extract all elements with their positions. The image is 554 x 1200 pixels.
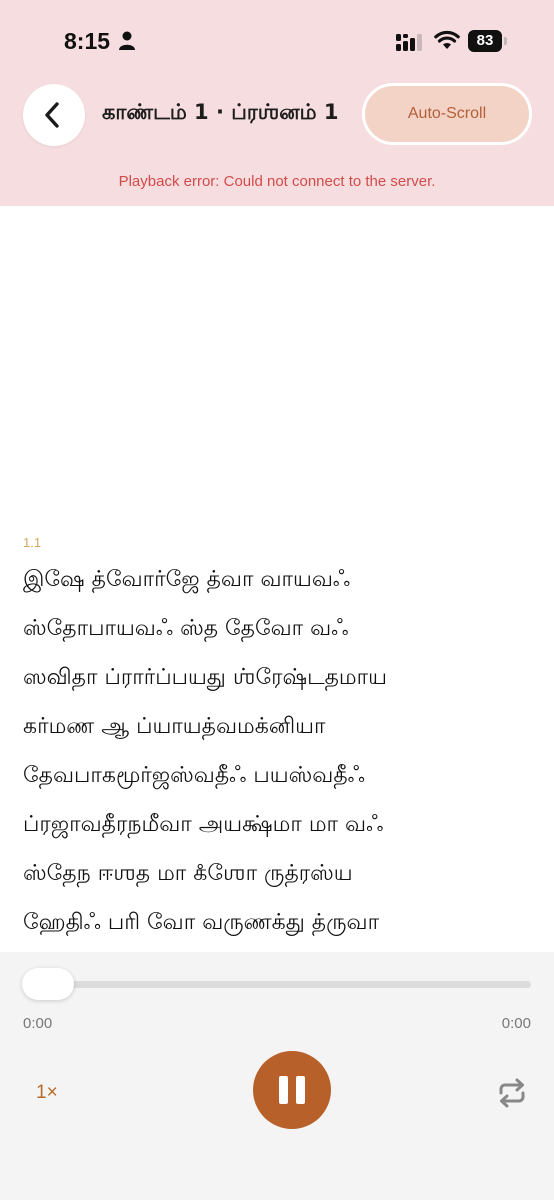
progress-slider-track[interactable] bbox=[23, 981, 531, 988]
header: 8:15 83 காண்டம் 1 · ப்ரஶ்னம் 1 Auto-Scro… bbox=[0, 0, 554, 206]
verse-line: கர்மண ஆ ப்யாயத்வமக்னியா bbox=[23, 714, 326, 739]
status-bar: 8:15 83 bbox=[0, 0, 554, 84]
auto-scroll-button[interactable]: Auto-Scroll bbox=[362, 83, 532, 145]
back-button[interactable] bbox=[23, 84, 85, 146]
playback-error-message: Playback error: Could not connect to the… bbox=[118, 173, 436, 190]
verse-line: ஸ்தோபாயவஃ ஸ்த தேவோ வஃ bbox=[23, 616, 349, 641]
repeat-icon[interactable] bbox=[494, 1076, 530, 1110]
verse-text: இஷே த்வோர்ஜே த்வா வாயவஃ ஸ்தோபாயவஃ ஸ்த தே… bbox=[23, 558, 543, 950]
battery-cap bbox=[504, 37, 507, 45]
screen: 8:15 83 காண்டம் 1 · ப்ரஶ்னம் 1 Auto-Scro… bbox=[0, 0, 554, 1200]
status-time: 8:15 bbox=[64, 28, 111, 54]
progress-slider-thumb[interactable] bbox=[22, 968, 74, 1000]
pause-button[interactable] bbox=[253, 1051, 331, 1129]
verse-line: ஸ்தேந ஈஶத மா கஂஶோ ருத்ரஸ்ய bbox=[23, 861, 353, 886]
battery-icon: 83 bbox=[468, 30, 508, 52]
person-icon bbox=[119, 31, 135, 50]
chevron-left-icon bbox=[45, 102, 59, 128]
verse-line: ப்ரஜாவதீரநமீவா அயக்ஷ்மா மா வஃ bbox=[23, 812, 384, 837]
verse-number: 1.1 bbox=[23, 535, 42, 550]
verse-content[interactable]: 1.1 இஷே த்வோர்ஜே த்வா வாயவஃ ஸ்தோபாயவஃ ஸ்… bbox=[0, 206, 554, 952]
verse-line: இஷே த்வோர்ஜே த்வா வாயவஃ bbox=[23, 567, 351, 592]
duration: 0:00 bbox=[501, 1015, 531, 1032]
audio-player: 0:00 0:00 1× bbox=[0, 952, 554, 1200]
verse-line: ஸவிதா ப்ரார்ப்பயது ஶ்ரேஷ்டதமாய bbox=[23, 665, 387, 690]
playback-speed-button[interactable]: 1× bbox=[36, 1078, 76, 1108]
wifi-icon bbox=[434, 30, 460, 49]
verse-line: தேவபாகமூர்ஜஸ்வதீஃ பயஸ்வதீஃ bbox=[23, 763, 365, 788]
page-title: காண்டம் 1 · ப்ரஶ்னம் 1 bbox=[102, 100, 339, 124]
battery-level: 83 bbox=[468, 30, 502, 52]
pause-icon bbox=[279, 1076, 305, 1104]
current-time: 0:00 bbox=[23, 1015, 53, 1032]
cellular-signal-icon bbox=[396, 34, 422, 51]
verse-line: ஹேதிஃ பரி வோ வருணக்து த்ருவா bbox=[23, 910, 380, 935]
